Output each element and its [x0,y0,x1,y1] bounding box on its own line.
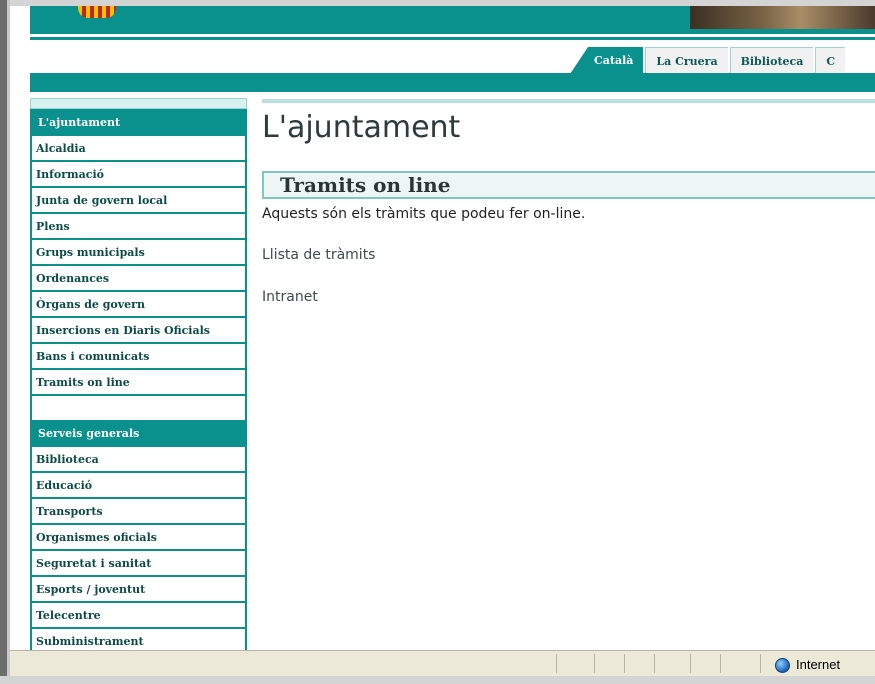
sidebar-item-ordenances[interactable]: Ordenances [30,266,247,292]
link-llista-de-tramits[interactable]: Llista de tràmits [262,247,375,263]
status-bar [10,650,875,676]
sidebar: L'ajuntament Alcaldia Informació Junta d… [30,98,247,655]
sidebar-header-ajuntament[interactable]: L'ajuntament [30,109,247,136]
sidebar-item-telecentre[interactable]: Telecentre [30,603,247,629]
sidebar-item-biblioteca[interactable]: Biblioteca [30,447,247,473]
sidebar-item-alcaldia[interactable]: Alcaldia [30,136,247,162]
coat-of-arms-icon [78,6,116,18]
sidebar-blank-row [30,396,247,420]
status-cell [654,654,655,673]
sidebar-item-grups-municipals[interactable]: Grups municipals [30,240,247,266]
sidebar-item-seguretat-i-sanitat[interactable]: Seguretat i sanitat [30,551,247,577]
content-top-rule [262,99,875,103]
tab-catala[interactable]: Català [570,47,644,74]
language-tabs: Català La Cruera Biblioteca C [570,46,847,74]
intro-text: Aquests són els tràmits que podeu fer on… [262,206,586,222]
header-photo [690,6,875,29]
status-cell [760,654,761,673]
sidebar-item-informacio[interactable]: Informació [30,162,247,188]
status-cell [690,654,691,673]
sidebar-item-esports-joventut[interactable]: Esports / joventut [30,577,247,603]
sidebar-item-educacio[interactable]: Educació [30,473,247,499]
page-title: L'ajuntament [262,110,461,145]
sidebar-top-edge [30,98,247,109]
sidebar-item-organs-de-govern[interactable]: Òrgans de govern [30,292,247,318]
tab-biblioteca[interactable]: Biblioteca [729,47,814,74]
security-zone-label: Internet [796,657,841,672]
sidebar-item-transports[interactable]: Transports [30,499,247,525]
sidebar-item-organismes-oficials[interactable]: Organismes oficials [30,525,247,551]
status-cell [720,654,721,673]
internet-globe-icon [775,658,790,673]
status-cell [594,654,595,673]
section-title: Tramits on line [280,173,451,197]
status-cell [624,654,625,673]
sidebar-item-tramits-on-line[interactable]: Tramits on line [30,370,247,396]
sidebar-header-serveis-generals[interactable]: Serveis generals [30,420,247,447]
status-cell [556,654,557,673]
sidebar-item-plens[interactable]: Plens [30,214,247,240]
window-frame-left-inner [7,0,10,684]
sidebar-item-bans-i-comunicats[interactable]: Bans i comunicats [30,344,247,370]
tab-c[interactable]: C [815,47,846,74]
section-header: Tramits on line [262,171,875,199]
nav-bar [30,73,875,92]
tab-la-cruera[interactable]: La Cruera [645,47,728,74]
sidebar-item-junta-de-govern-local[interactable]: Junta de govern local [30,188,247,214]
link-intranet[interactable]: Intranet [262,289,318,305]
sidebar-item-insercions[interactable]: Insercions en Diaris Oficials [30,318,247,344]
window-frame-bottom [0,676,875,684]
header-banner-line [30,37,875,40]
